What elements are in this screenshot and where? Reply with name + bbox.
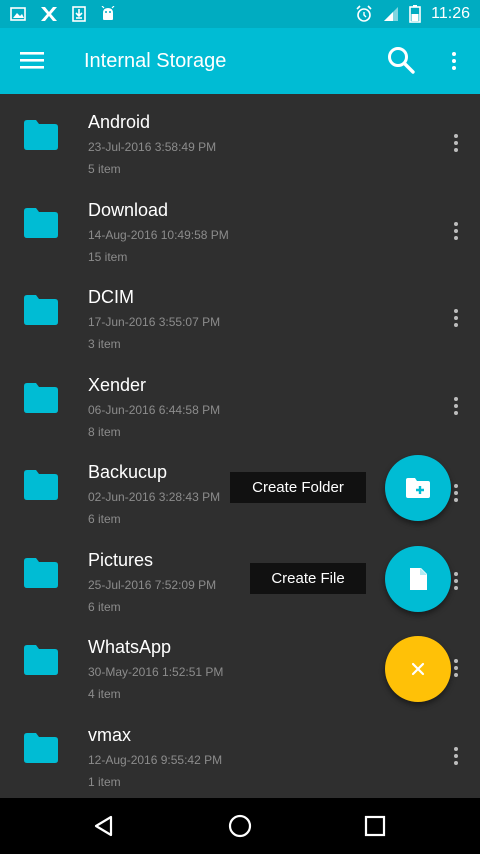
create-folder-icon	[406, 478, 430, 498]
folder-icon	[24, 470, 58, 500]
battery-icon	[409, 5, 421, 23]
folder-modified-date: 02-Jun-2016 3:28:43 PM	[88, 490, 221, 504]
folder-icon	[24, 645, 58, 675]
folder-item-count: 8 item	[88, 424, 121, 439]
image-icon	[10, 7, 26, 21]
create-folder-button[interactable]	[385, 455, 451, 521]
folder-item-count: 3 item	[88, 337, 121, 351]
folder-modified-date: 17-Jun-2016 3:55:07 PM	[88, 315, 221, 329]
android-icon	[101, 6, 115, 20]
folder-row[interactable]: Download 14-Aug-2016 10:49:58 PM 15 item	[0, 182, 480, 270]
fab-close-button[interactable]	[385, 636, 451, 702]
back-icon	[94, 815, 113, 837]
folder-name: DCIM	[88, 287, 134, 307]
home-button[interactable]	[226, 812, 254, 840]
folder-modified-date: 30-May-2016 1:52:51 PM	[88, 665, 224, 679]
alarm-icon	[356, 5, 372, 22]
navigation-bar	[0, 798, 480, 854]
clock: 11:26	[431, 5, 470, 22]
folder-name: vmax	[88, 724, 132, 745]
folder-modified-date: 12-Aug-2016 9:55:42 PM	[88, 752, 223, 767]
folder-name: Android	[88, 112, 151, 132]
status-bar: 11:26	[0, 0, 480, 28]
folder-row[interactable]: Xender 06-Jun-2016 6:44:58 PM 8 item	[0, 357, 480, 445]
recents-icon	[364, 815, 386, 837]
x-app-icon	[41, 7, 57, 21]
back-button[interactable]	[90, 812, 118, 840]
folder-item-count: 15 item	[88, 249, 128, 264]
system-icons: 11:26	[355, 5, 470, 23]
app-bar: Internal Storage	[0, 28, 480, 94]
search-icon	[388, 47, 415, 74]
folder-icon	[24, 382, 58, 413]
folder-name: Xender	[88, 374, 147, 395]
search-button[interactable]	[386, 45, 416, 75]
folder-name: Backucup	[88, 462, 168, 482]
create-folder-label[interactable]: Create Folder	[230, 472, 366, 503]
home-icon	[228, 814, 252, 838]
folder-item-count: 5 item	[88, 162, 121, 176]
create-file-label[interactable]: Create File	[250, 563, 366, 594]
hamburger-menu-icon	[20, 52, 44, 69]
folder-name: Download	[88, 199, 169, 220]
more-vert-icon[interactable]	[446, 47, 462, 75]
create-file-icon	[410, 568, 427, 590]
folder-icon	[24, 557, 58, 588]
folder-row[interactable]: Android 23-Jul-2016 3:58:49 PM 5 item	[0, 94, 480, 182]
download-icon	[72, 6, 86, 22]
folder-icon	[24, 207, 58, 238]
folder-row[interactable]: vmax 12-Aug-2016 9:55:42 PM 1 item	[0, 707, 480, 795]
create-file-button[interactable]	[385, 546, 451, 612]
more-vert-icon[interactable]	[448, 396, 464, 417]
folder-item-count: 1 item	[88, 774, 121, 789]
menu-button[interactable]	[20, 50, 44, 70]
folder-name: WhatsApp	[88, 637, 172, 657]
folder-item-count: 6 item	[88, 512, 121, 526]
notification-icons	[10, 6, 116, 22]
folder-modified-date: 23-Jul-2016 3:58:49 PM	[88, 140, 217, 154]
page-title: Internal Storage	[84, 50, 227, 72]
more-vert-icon[interactable]	[448, 134, 464, 154]
folder-icon	[24, 732, 58, 763]
folder-icon	[24, 295, 58, 325]
folder-item-count: 6 item	[88, 599, 121, 614]
folder-modified-date: 25-Jul-2016 7:52:09 PM	[88, 577, 217, 592]
more-vert-icon[interactable]	[448, 221, 464, 242]
more-vert-icon[interactable]	[448, 309, 464, 329]
folder-modified-date: 14-Aug-2016 10:49:58 PM	[88, 227, 229, 242]
close-icon	[411, 662, 425, 676]
signal-icon	[384, 7, 399, 21]
folder-row[interactable]: DCIM 17-Jun-2016 3:55:07 PM 3 item	[0, 269, 480, 357]
more-vert-icon[interactable]	[448, 746, 464, 767]
recents-button[interactable]	[361, 812, 389, 840]
folder-item-count: 4 item	[88, 687, 121, 701]
folder-name: Pictures	[88, 549, 154, 570]
folder-icon	[24, 120, 58, 150]
folder-modified-date: 06-Jun-2016 6:44:58 PM	[88, 402, 221, 417]
